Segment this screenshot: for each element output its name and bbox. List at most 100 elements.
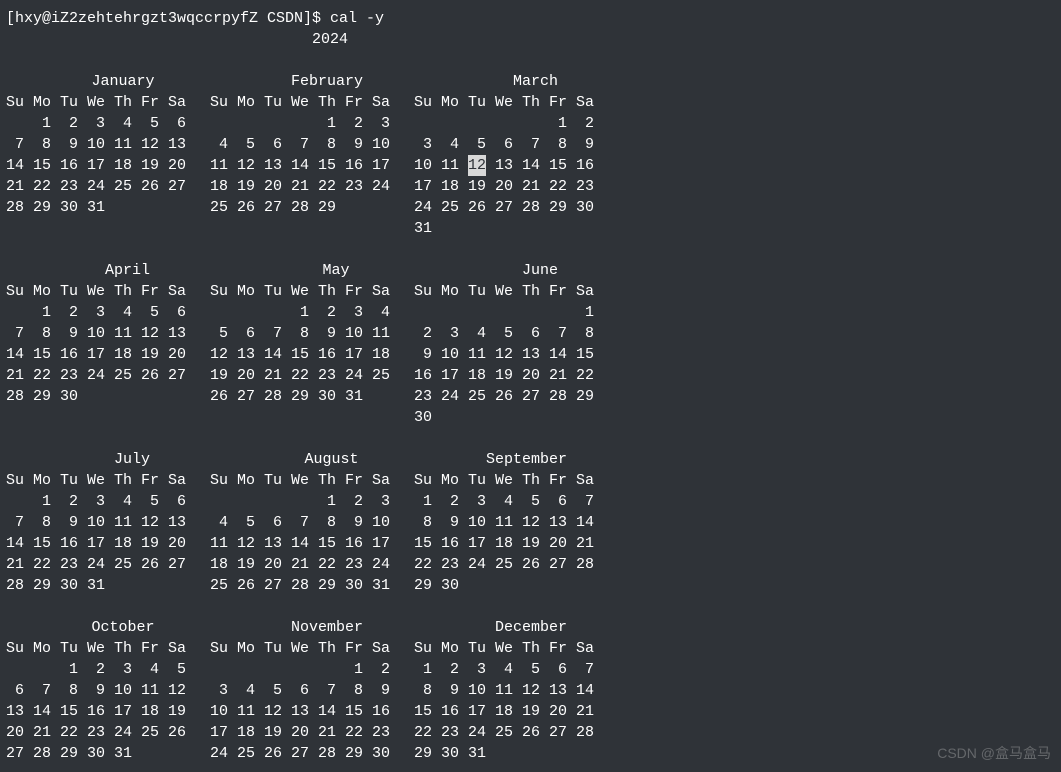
calendar-week: 19 20 21 22 23 24 25	[210, 365, 390, 386]
calendar-day: 3	[210, 680, 228, 701]
calendar-day: 17	[372, 533, 390, 554]
calendar-day: 18	[210, 554, 228, 575]
calendar-day: 1	[33, 302, 51, 323]
calendar-week: 14 15 16 17 18 19 20	[6, 533, 186, 554]
calendar-day: 31	[372, 575, 390, 596]
calendar-day: 30	[345, 575, 363, 596]
calendar-day	[264, 491, 282, 512]
calendar-day: 5	[141, 113, 159, 134]
calendar-day: 4	[114, 113, 132, 134]
calendar-day: 17	[468, 533, 486, 554]
calendar-week: 1 2	[414, 113, 594, 134]
calendar-week: 17 18 19 20 21 22 23	[414, 176, 594, 197]
calendar-day: 29	[291, 386, 309, 407]
calendar-day: 22	[345, 722, 363, 743]
day-header: Fr	[549, 92, 567, 113]
calendar-week: 1 2 3	[210, 491, 390, 512]
calendar-day: 20	[549, 701, 567, 722]
day-header: Mo	[33, 470, 51, 491]
calendar-day: 1	[33, 113, 51, 134]
calendar-month: MarchSu Mo Tu We Th Fr Sa 1 2 3 4 5 6 7 …	[414, 71, 594, 239]
calendar-week: Su Mo Tu We Th Fr Sa	[6, 470, 186, 491]
day-header: Su	[210, 92, 228, 113]
calendar-day: 13	[168, 134, 186, 155]
calendar-day: 16	[60, 344, 78, 365]
calendar-day: 4	[114, 491, 132, 512]
calendar-day: 25	[114, 176, 132, 197]
calendar-day: 15	[576, 344, 594, 365]
calendar-day: 14	[6, 155, 24, 176]
calendar-day: 20	[549, 533, 567, 554]
calendar-day: 30	[318, 386, 336, 407]
calendar-week: Su Mo Tu We Th Fr Sa	[414, 470, 594, 491]
calendar-day: 2	[441, 659, 459, 680]
calendar-day: 20	[291, 722, 309, 743]
calendar-day: 11	[210, 533, 228, 554]
calendar-day	[237, 302, 255, 323]
calendar-week: 29 30	[414, 575, 594, 596]
calendar-day: 2	[60, 113, 78, 134]
month-name: February	[210, 71, 390, 92]
calendar-day: 25	[237, 743, 255, 764]
calendar-day	[441, 407, 459, 428]
calendar-month: JuneSu Mo Tu We Th Fr Sa 1 2 3 4 5 6 7 8…	[414, 260, 594, 428]
calendar-day: 6	[6, 680, 24, 701]
day-header: Th	[522, 281, 540, 302]
calendar-week: 7 8 9 10 11 12 13	[6, 134, 186, 155]
day-header: Tu	[468, 281, 486, 302]
day-header: Tu	[264, 470, 282, 491]
calendar-day: 4	[372, 302, 390, 323]
calendar-day	[495, 575, 513, 596]
calendar-day: 18	[495, 701, 513, 722]
calendar-day: 28	[6, 575, 24, 596]
calendar-day: 6	[237, 323, 255, 344]
day-header: Th	[114, 638, 132, 659]
shell-prompt[interactable]: [hxy@iZ2zehtehrgzt3wqccrpyfZ CSDN]$ cal …	[6, 8, 1055, 29]
calendar-day: 13	[549, 512, 567, 533]
calendar-day: 11	[141, 680, 159, 701]
calendar-day: 16	[60, 155, 78, 176]
calendar-week: 13 14 15 16 17 18 19	[6, 701, 186, 722]
day-header: Tu	[468, 638, 486, 659]
calendar-day: 12	[141, 512, 159, 533]
day-header: Mo	[441, 281, 459, 302]
day-header: Su	[414, 638, 432, 659]
calendar-day: 25	[495, 722, 513, 743]
calendar-week: 3 4 5 6 7 8 9	[414, 134, 594, 155]
calendar-day: 25	[210, 197, 228, 218]
calendar-day: 26	[168, 722, 186, 743]
calendar-day	[33, 659, 51, 680]
calendar-day: 17	[414, 176, 432, 197]
calendar-day	[522, 743, 540, 764]
calendar-day: 17	[87, 533, 105, 554]
calendar-day: 23	[60, 176, 78, 197]
day-header: Su	[414, 470, 432, 491]
calendar-day	[549, 407, 567, 428]
calendar-day: 23	[60, 554, 78, 575]
calendar-day: 23	[318, 365, 336, 386]
calendar-week: 30	[414, 407, 594, 428]
calendar-day: 31	[87, 197, 105, 218]
calendar-day: 12	[210, 344, 228, 365]
calendar-day: 18	[495, 533, 513, 554]
calendar-day: 24	[468, 554, 486, 575]
calendar-day: 29	[414, 743, 432, 764]
calendar-day: 22	[33, 176, 51, 197]
calendar-day	[6, 302, 24, 323]
calendar-day: 2	[414, 323, 432, 344]
calendar-day: 21	[6, 365, 24, 386]
calendar-day: 1	[414, 491, 432, 512]
calendar-day: 14	[6, 533, 24, 554]
calendar-week: 5 6 7 8 9 10 11	[210, 323, 390, 344]
day-header: Th	[522, 470, 540, 491]
day-header: Tu	[468, 92, 486, 113]
calendar-day: 24	[210, 743, 228, 764]
day-header: Th	[522, 638, 540, 659]
calendar-week: Su Mo Tu We Th Fr Sa	[414, 281, 594, 302]
calendar-day: 31	[345, 386, 363, 407]
calendar-week: 4 5 6 7 8 9 10	[210, 512, 390, 533]
calendar-day: 12	[495, 344, 513, 365]
calendar-day: 15	[33, 533, 51, 554]
day-header: Sa	[576, 281, 594, 302]
calendar-day: 10	[87, 512, 105, 533]
